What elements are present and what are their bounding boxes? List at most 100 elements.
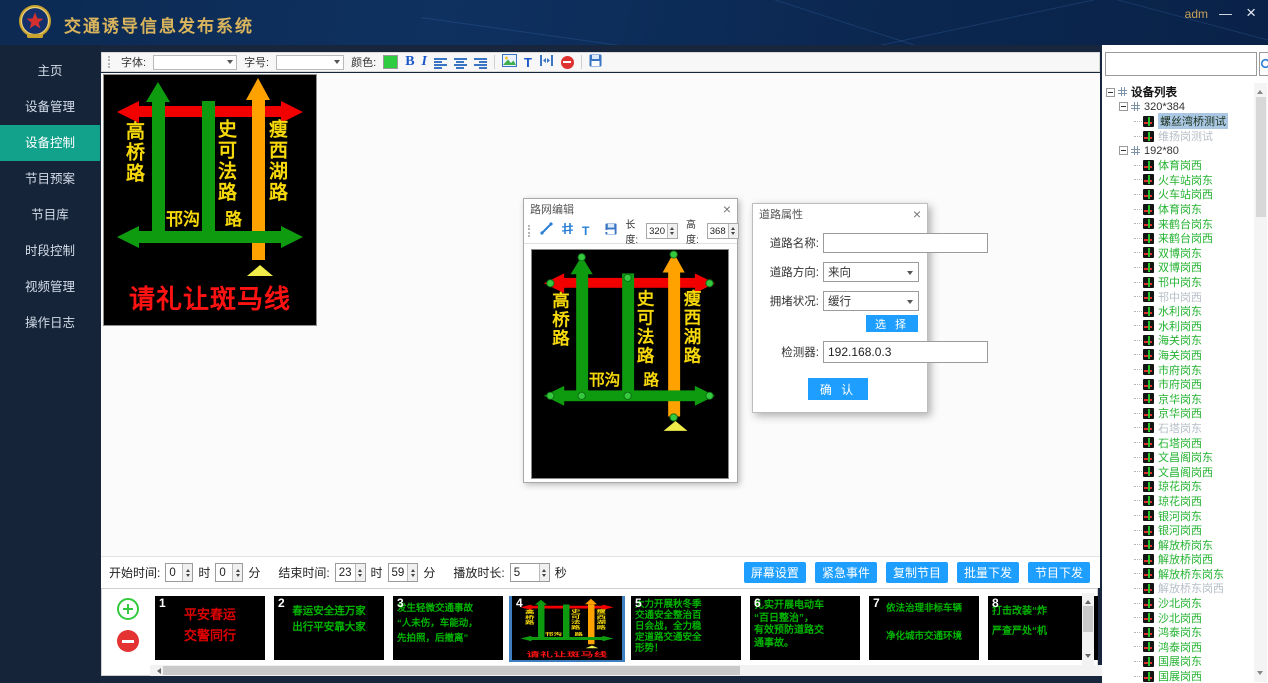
bold-icon[interactable]: B: [405, 54, 414, 70]
device-tree-item[interactable]: 双博岗西: [1104, 260, 1253, 275]
device-label[interactable]: 沙北岗西: [1158, 610, 1202, 626]
playlist-thumb-6[interactable]: 扎实开展电动车“百日整治”，有效预防道路交通事故。6: [750, 596, 860, 660]
playlist-thumb-3[interactable]: 发生轻微交通事故“人未伤，车能动，先拍照，后撤离”3: [393, 596, 503, 660]
device-label[interactable]: 银河岗西: [1158, 522, 1202, 538]
duration-stepper[interactable]: 5: [510, 563, 550, 582]
device-tree-item[interactable]: 琼花岗西: [1104, 494, 1253, 509]
device-tree-item[interactable]: 海关岗东: [1104, 333, 1253, 348]
action-button-2[interactable]: 复制节目: [886, 562, 948, 583]
device-label[interactable]: 文昌阁岗西: [1158, 464, 1213, 480]
device-label[interactable]: 解放桥岗东: [1158, 537, 1213, 553]
align-right-icon[interactable]: [474, 57, 487, 68]
action-button-3[interactable]: 批量下发: [957, 562, 1019, 583]
confirm-button[interactable]: 确 认: [808, 378, 868, 400]
sidebar-item-3[interactable]: 节目预案: [0, 161, 100, 197]
text-tool-icon[interactable]: T: [582, 224, 589, 238]
device-label[interactable]: 琼花岗东: [1158, 478, 1202, 494]
playlist-thumb-5[interactable]: 大力开展秋冬季交通安全整治百日会战，全力稳定道路交通安全形势！5: [631, 596, 741, 660]
start-hour-value[interactable]: 0: [166, 567, 182, 579]
length-stepper[interactable]: 320: [646, 223, 678, 239]
device-tree-item[interactable]: 石塔岗西: [1104, 435, 1253, 450]
save-icon[interactable]: [589, 54, 602, 70]
stepper-arrows[interactable]: [539, 564, 549, 581]
device-label[interactable]: 京华岗西: [1158, 405, 1202, 421]
device-tree-item[interactable]: 解放桥东岗东: [1104, 567, 1253, 582]
device-tree-item[interactable]: 国展岗东: [1104, 654, 1253, 669]
edit-handle[interactable]: [546, 392, 554, 400]
device-label[interactable]: 鸿泰岗西: [1158, 639, 1202, 655]
device-tree-item[interactable]: 京华岗东: [1104, 391, 1253, 406]
device-group-0[interactable]: 320*384: [1104, 100, 1253, 115]
device-label[interactable]: 邗中岗东: [1158, 274, 1202, 290]
device-tree-item[interactable]: 沙北岗西: [1104, 610, 1253, 625]
device-label[interactable]: 双博岗西: [1158, 259, 1202, 275]
scrollbar-thumb[interactable]: [1256, 97, 1266, 217]
scroll-left-icon[interactable]: [154, 668, 161, 674]
action-button-4[interactable]: 节目下发: [1028, 562, 1090, 583]
vertical-scrollbar[interactable]: [1082, 593, 1094, 665]
device-tree-item[interactable]: 来鹤台岗东: [1104, 216, 1253, 231]
edit-handle[interactable]: [578, 253, 586, 261]
device-label[interactable]: 沙北岗东: [1158, 595, 1202, 611]
tree-scrollbar[interactable]: [1254, 83, 1267, 682]
color-swatch[interactable]: [383, 55, 398, 69]
sidebar-item-2[interactable]: 设备控制: [0, 125, 100, 161]
edit-handle[interactable]: [705, 392, 713, 400]
draw-double-line-icon[interactable]: [561, 222, 574, 240]
device-label[interactable]: 海关岗西: [1158, 347, 1202, 363]
device-tree-item[interactable]: 市府岗东: [1104, 362, 1253, 377]
device-label[interactable]: 市府岗西: [1158, 376, 1202, 392]
device-tree-item[interactable]: 鸿泰岗东: [1104, 625, 1253, 640]
edit-handle[interactable]: [705, 279, 713, 287]
device-label[interactable]: 京华岗东: [1158, 391, 1202, 407]
device-label[interactable]: 火车站岗东: [1158, 172, 1213, 188]
device-group-1[interactable]: 192*80: [1104, 143, 1253, 158]
duration-value[interactable]: 5: [511, 567, 539, 579]
device-tree-item[interactable]: 邗中岗西: [1104, 289, 1253, 304]
road-direction-select[interactable]: 来向: [823, 262, 919, 282]
height-stepper[interactable]: 368: [707, 223, 739, 239]
device-tree-item[interactable]: 体育岗西: [1104, 158, 1253, 173]
action-button-0[interactable]: 屏幕设置: [744, 562, 806, 583]
remove-frame-button[interactable]: [117, 630, 139, 652]
sign-preview[interactable]: 高桥路 史可法路 瘦西湖路 邗沟 路 请礼让斑马线: [103, 74, 317, 326]
sidebar-item-1[interactable]: 设备管理: [0, 89, 100, 125]
dialog-titlebar[interactable]: 道路属性 ×: [753, 204, 927, 224]
device-tree-item[interactable]: 维扬岗测试: [1104, 129, 1253, 144]
fit-screen-icon[interactable]: [539, 54, 554, 70]
device-tree-item[interactable]: 京华岗西: [1104, 406, 1253, 421]
sidebar-item-7[interactable]: 操作日志: [0, 305, 100, 341]
end-minute-stepper[interactable]: 59: [388, 563, 419, 582]
scroll-down-icon[interactable]: [1085, 654, 1091, 661]
device-label[interactable]: 来鹤台岗西: [1158, 230, 1213, 246]
stepper-arrows[interactable]: [355, 564, 365, 581]
device-tree-item[interactable]: 银河岗东: [1104, 508, 1253, 523]
sidebar-item-0[interactable]: 主页: [0, 53, 100, 89]
start-minute-value[interactable]: 0: [216, 567, 232, 579]
action-button-1[interactable]: 紧急事件: [815, 562, 877, 583]
horizontal-scrollbar[interactable]: [150, 665, 1180, 676]
edit-handle[interactable]: [546, 279, 554, 287]
device-label[interactable]: 国展岗东: [1158, 653, 1202, 669]
device-label[interactable]: 银河岗东: [1158, 508, 1202, 524]
device-tree-item[interactable]: 市府岗西: [1104, 377, 1253, 392]
device-label[interactable]: 文昌阁岗东: [1158, 449, 1213, 465]
device-label[interactable]: 水利岗东: [1158, 303, 1202, 319]
edit-handle[interactable]: [624, 392, 632, 400]
length-value[interactable]: 320: [647, 226, 667, 237]
device-label[interactable]: 市府岗东: [1158, 362, 1202, 378]
font-select[interactable]: [153, 55, 237, 70]
device-label[interactable]: 解放桥东岗西: [1158, 580, 1224, 596]
sidebar-item-5[interactable]: 时段控制: [0, 233, 100, 269]
stepper-arrows[interactable]: [232, 564, 242, 581]
font-size-select[interactable]: [276, 55, 344, 70]
device-tree-item[interactable]: 海关岗西: [1104, 348, 1253, 363]
playlist-thumb-2[interactable]: 春运安全连万家出行平安靠大家2: [274, 596, 384, 660]
close-icon[interactable]: ×: [913, 207, 921, 221]
minimize-icon[interactable]: —: [1219, 6, 1232, 21]
device-label[interactable]: 水利岗西: [1158, 318, 1202, 334]
stepper-arrows[interactable]: [728, 224, 738, 238]
start-minute-stepper[interactable]: 0: [215, 563, 243, 582]
end-hour-value[interactable]: 23: [336, 567, 355, 579]
device-label[interactable]: 解放桥岗西: [1158, 551, 1213, 567]
